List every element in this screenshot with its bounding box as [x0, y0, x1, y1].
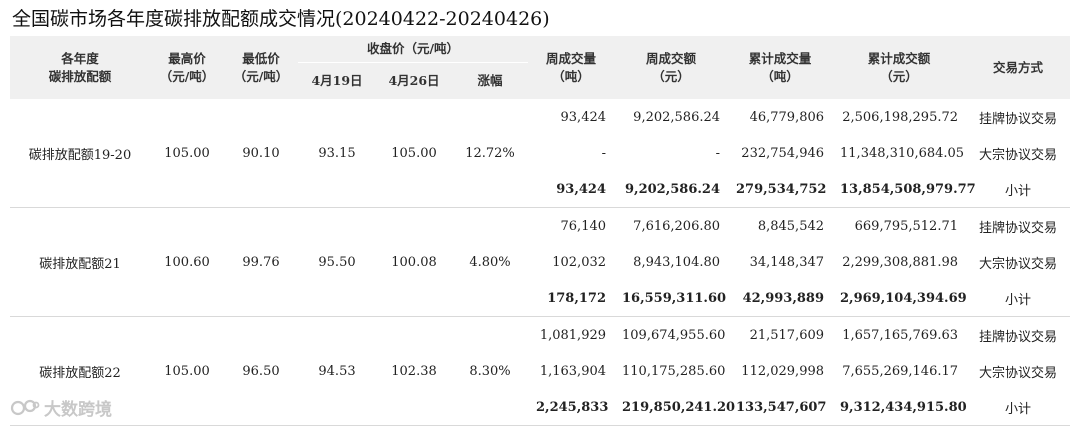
cell-week-amt: 16,559,311.60 [614, 280, 729, 317]
cell-week-amt: 9,202,586.24 [633, 109, 721, 125]
cell-method: 挂牌协议交易 [979, 220, 1058, 236]
header-week-vol: 周成交量 （吨） [528, 36, 615, 99]
cell-apr26: 102.38 [376, 316, 452, 426]
cell-week-vol: 93,424 [528, 171, 615, 208]
cell-cum-amt: 13,854,508,979.77 [832, 171, 976, 208]
cell-cum-amt: 9,312,434,915.80 [832, 389, 967, 426]
header-cum-vol: 累计成交量 （吨） [728, 36, 833, 99]
header-low: 最低价 （元/吨） [224, 36, 298, 99]
cell-week-vol: 178,172 [528, 280, 615, 317]
cell-apr26: 100.08 [376, 207, 452, 317]
header-allowance: 各年度 碳排放配额 [10, 36, 150, 99]
cell-week-vol: 1,163,904 [539, 363, 607, 379]
table-body: 碳排放配额19-20 105.00 90.10 93.15 105.00 12.72% 93… [10, 99, 1071, 426]
cell-apr19: 94.53 [298, 316, 376, 426]
cell-low: 96.50 [224, 316, 298, 426]
cell-cum-vol: 133,547,607 [728, 389, 833, 426]
header-close: 收盘价（元/吨） [298, 36, 529, 63]
header-week-amt: 周成交额 （元） [614, 36, 729, 99]
group-name: 碳排放配额21 [10, 207, 150, 317]
header-apr19: 4月19日 [298, 62, 376, 99]
cell-week-vol: 102,032 [552, 254, 607, 270]
cell-cum-amt: 2,506,198,295.72 [842, 109, 959, 125]
cell-method: 小计 [966, 171, 1071, 208]
cell-cum-vol: 112,029,998 [741, 363, 825, 379]
table-row: 碳排放配额19-20 105.00 90.10 93.15 105.00 12.72% 93… [10, 99, 1070, 208]
cell-week-amt: 7,616,206.80 [633, 218, 721, 234]
cell-apr19: 95.50 [298, 207, 376, 317]
cell-method: 小计 [966, 389, 1071, 426]
cell-cum-vol: 21,517,609 [749, 327, 825, 343]
cell-apr19: 93.15 [298, 99, 376, 208]
cell-cum-vol: 232,754,946 [741, 145, 825, 161]
cell-high: 105.00 [150, 99, 224, 208]
table-row: 碳排放配额22 105.00 96.50 94.53 102.38 8.30% 1,081,… [10, 316, 1070, 426]
cell-week-amt: 110,175,285.60 [622, 363, 726, 379]
cell-week-amt: 9,202,586.24 [614, 171, 729, 208]
cell-method: 大宗协议交易 [979, 365, 1058, 381]
cell-week-vol: 93,424 [560, 109, 607, 125]
cell-cum-vol: 46,779,806 [749, 109, 825, 125]
header-high: 最高价 （元/吨） [150, 36, 224, 99]
cell-low: 99.76 [224, 207, 298, 317]
table-row: 碳排放配额21 100.60 99.76 95.50 100.08 4.80% 76,140… [10, 207, 1070, 317]
cell-cum-vol: 279,534,752 [728, 171, 833, 208]
cell-week-vol: 1,081,929 [539, 327, 607, 343]
cell-week-amt: 8,943,104.80 [633, 254, 721, 270]
page-title: 全国碳市场各年度碳排放配额成交情况(20240422-20240426) [12, 8, 550, 30]
cell-cum-amt: 1,657,165,769.63 [842, 327, 959, 343]
cell-change: 8.30% [452, 316, 529, 426]
cell-cum-amt: 669,795,512.71 [854, 218, 959, 234]
cell-week-vol: - [601, 145, 607, 161]
header-method: 交易方式 [966, 36, 1071, 99]
cell-week-amt: 109,674,955.60 [622, 327, 726, 343]
header-change: 涨幅 [452, 62, 529, 99]
cell-change: 12.72% [452, 99, 529, 208]
cell-method: 大宗协议交易 [979, 147, 1058, 163]
watermark-text: 大数跨境 [44, 400, 112, 420]
cell-cum-amt: 7,655,269,146.17 [842, 363, 959, 379]
cell-cum-amt: 2,299,308,881.98 [842, 254, 959, 270]
cell-cum-amt: 11,348,310,684.05 [840, 145, 965, 161]
cell-apr26: 105.00 [376, 99, 452, 208]
cell-method: 挂牌协议交易 [979, 329, 1058, 345]
cell-method: 大宗协议交易 [979, 256, 1058, 272]
cell-change: 4.80% [452, 207, 529, 317]
group-name: 碳排放配额19-20 [10, 99, 150, 208]
cell-week-amt: - [715, 145, 721, 161]
cell-week-vol: 2,245,833 [528, 389, 615, 426]
cell-high: 100.60 [150, 207, 224, 317]
cell-cum-amt: 2,969,104,394.69 [832, 280, 967, 317]
cell-week-vol: 76,140 [560, 218, 607, 234]
header-apr26: 4月26日 [376, 62, 452, 99]
cell-high: 105.00 [150, 316, 224, 426]
cell-method: 挂牌协议交易 [979, 111, 1058, 127]
cell-cum-vol: 42,993,889 [728, 280, 833, 317]
header-cum-amt: 累计成交额 （元） [832, 36, 967, 99]
brand-logo-icon [10, 399, 40, 415]
cell-method: 小计 [966, 280, 1071, 317]
watermark: 大数跨境 [10, 395, 112, 420]
cell-low: 90.10 [224, 99, 298, 208]
cell-cum-vol: 34,148,347 [749, 254, 825, 270]
carbon-trading-table: 各年度 碳排放配额 最高价 （元/吨） 最低价 （元/吨） 收盘价（元/吨） 周成交量… [10, 36, 1071, 426]
cell-week-amt: 219,850,241.20 [614, 389, 735, 426]
cell-cum-vol: 8,845,542 [757, 218, 825, 234]
